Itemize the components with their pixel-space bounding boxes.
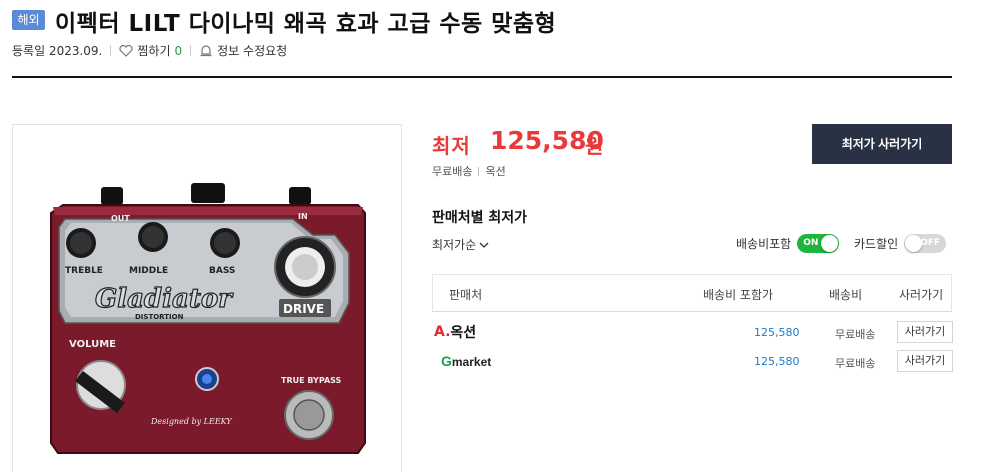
lowest-price-label: 최저 <box>432 134 471 158</box>
row-shipping: 무료배송 <box>835 328 876 341</box>
table-row: Gmarket 125,580 무료배송 사러가기 <box>432 350 953 374</box>
middle-label: MIDDLE <box>129 266 168 276</box>
in-label: IN <box>298 212 308 221</box>
volume-label: VOLUME <box>69 339 116 350</box>
shipping-include-label: 배송비포함 <box>736 237 792 251</box>
divider <box>478 166 480 176</box>
shipping-info: 무료배송 옥션 <box>432 163 506 179</box>
out-label: OUT <box>111 214 130 223</box>
sort-dropdown[interactable]: 최저가순 <box>432 236 489 253</box>
zzim-count: 0 <box>174 43 183 58</box>
col-price-incl-shipping: 배송비 포함가 <box>703 288 774 302</box>
price-unit: 원 <box>585 134 604 158</box>
card-discount-toggle[interactable]: OFF <box>904 234 947 253</box>
row-buy-button[interactable]: 사러가기 <box>897 321 953 343</box>
gmarket-logo-mark: G <box>441 353 452 369</box>
shipping-include-toggle-group: 배송비포함 ON <box>736 234 840 253</box>
divider <box>190 45 192 56</box>
gmarket-logo[interactable]: Gmarket <box>441 353 491 369</box>
drive-label: DRIVE <box>283 302 324 316</box>
col-buy: 사러가기 <box>899 288 944 302</box>
chevron-down-icon <box>479 242 489 248</box>
bell-icon <box>200 44 212 56</box>
zzim-label: 찜하기 <box>137 44 171 58</box>
report-button[interactable]: 정보 수정요청 <box>199 42 287 59</box>
heart-icon <box>119 44 133 57</box>
overseas-badge: 해외 <box>12 10 45 30</box>
toggle-knob <box>821 235 839 252</box>
bypass-label: TRUE BYPASS <box>281 376 342 385</box>
sellers-table-header: 판매처 배송비 포함가 배송비 사러가기 <box>432 274 952 312</box>
row-price[interactable]: 125,580 <box>754 326 800 339</box>
brand-subtitle: DISTORTION <box>135 313 184 321</box>
row-shipping: 무료배송 <box>835 357 876 370</box>
toggle-state: OFF <box>920 238 941 248</box>
shipping-include-toggle[interactable]: ON <box>797 234 840 253</box>
auction-logo-text: 옥션 <box>450 325 477 341</box>
product-meta: 등록일 2023.09. 찜하기 0 정보 수정요청 <box>12 42 287 59</box>
pedal-illustration: OUT IN TREBLE MIDDLE BASS Gladiator DIST… <box>50 183 366 454</box>
shipping-text: 무료배송 <box>432 165 473 178</box>
registered-date: 등록일 2023.09. <box>12 44 103 58</box>
divider <box>110 45 112 56</box>
treble-label: TREBLE <box>65 266 103 276</box>
gmarket-logo-text: market <box>451 355 492 369</box>
auction-logo-mark: A. <box>434 324 451 340</box>
bass-label: BASS <box>209 266 235 276</box>
col-shipping: 배송비 <box>829 288 863 302</box>
buy-lowest-button[interactable]: 최저가 사러가기 <box>812 124 952 164</box>
row-price[interactable]: 125,580 <box>754 355 800 368</box>
auction-logo[interactable]: A. 옥션 <box>434 322 476 342</box>
seller-name: 옥션 <box>485 165 506 178</box>
product-image[interactable]: OUT IN TREBLE MIDDLE BASS Gladiator DIST… <box>12 124 402 472</box>
sort-label: 최저가순 <box>432 238 477 252</box>
zzim-button[interactable]: 찜하기 0 <box>119 42 182 59</box>
product-title: 이펙터 LILT 다이나믹 왜곡 효과 고급 수동 맞춤형 <box>55 11 557 37</box>
designer-label: Designed by LEEKY <box>150 417 232 426</box>
table-row: A. 옥션 125,580 무료배송 사러가기 <box>432 321 953 345</box>
col-seller: 판매처 <box>449 288 483 302</box>
row-buy-button[interactable]: 사러가기 <box>897 350 953 372</box>
card-discount-label: 카드할인 <box>854 237 899 251</box>
sellers-section-title: 판매처별 최저가 <box>432 210 528 226</box>
header-divider <box>12 76 952 78</box>
toggle-state: ON <box>803 238 819 248</box>
brand-logo: Gladiator <box>95 284 234 314</box>
report-label: 정보 수정요청 <box>217 44 288 58</box>
card-discount-toggle-group: 카드할인 OFF <box>854 234 947 253</box>
